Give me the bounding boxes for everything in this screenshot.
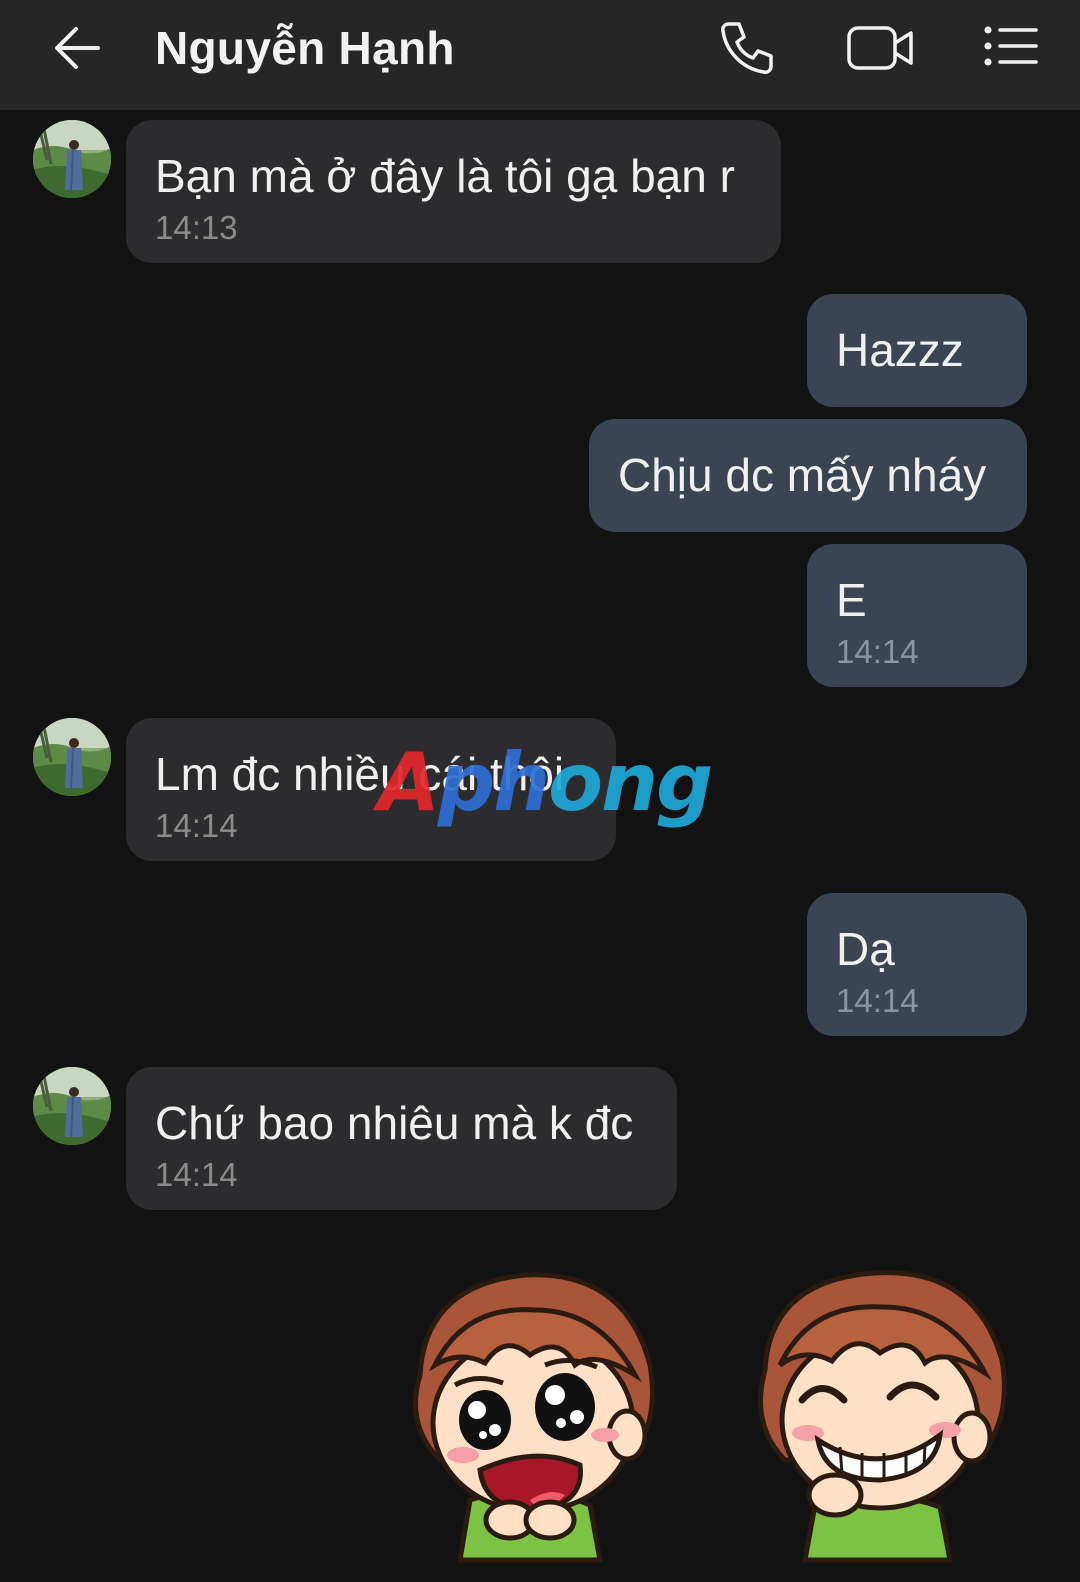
list-menu-icon[interactable] [982,18,1042,78]
contact-name[interactable]: Nguyễn Hạnh [155,18,455,78]
grinning-boy-sticker[interactable] [740,1255,1020,1565]
message-text: E [836,574,867,626]
video-camera-icon[interactable] [845,16,917,80]
avatar[interactable] [33,718,111,796]
message-text: Lm đc nhiều cái thôi [155,748,565,800]
message-time: 14:14 [836,982,919,1019]
message-text: Hazzz [836,324,964,376]
message-bubble-incoming[interactable]: Lm đc nhiều cái thôi 14:14 [126,718,616,861]
message-text: Chịu dc mấy nháy [618,449,987,501]
message-time: 14:13 [155,209,238,246]
phone-icon[interactable] [715,16,779,80]
message-bubble-outgoing[interactable]: Dạ 14:14 [807,893,1027,1036]
arrow-left-icon[interactable] [48,18,108,78]
message-text: Chứ bao nhiêu mà k đc [155,1097,634,1149]
crying-boy-sticker[interactable] [385,1255,675,1565]
message-bubble-incoming[interactable]: Chứ bao nhiêu mà k đc 14:14 [126,1067,677,1210]
message-bubble-outgoing[interactable]: Hazzz [807,294,1027,407]
message-text: Dạ [836,923,895,975]
chat-header: Nguyễn Hạnh [0,0,1080,110]
message-text: Bạn mà ở đây là tôi gạ bạn r [155,150,735,202]
message-time: 14:14 [155,807,238,844]
avatar[interactable] [33,120,111,198]
message-bubble-outgoing[interactable]: E 14:14 [807,544,1027,687]
avatar[interactable] [33,1067,111,1145]
message-time: 14:14 [155,1156,238,1193]
message-time: 14:14 [836,633,919,670]
message-bubble-outgoing[interactable]: Chịu dc mấy nháy [589,419,1027,532]
message-bubble-incoming[interactable]: Bạn mà ở đây là tôi gạ bạn r 14:13 [126,120,781,263]
